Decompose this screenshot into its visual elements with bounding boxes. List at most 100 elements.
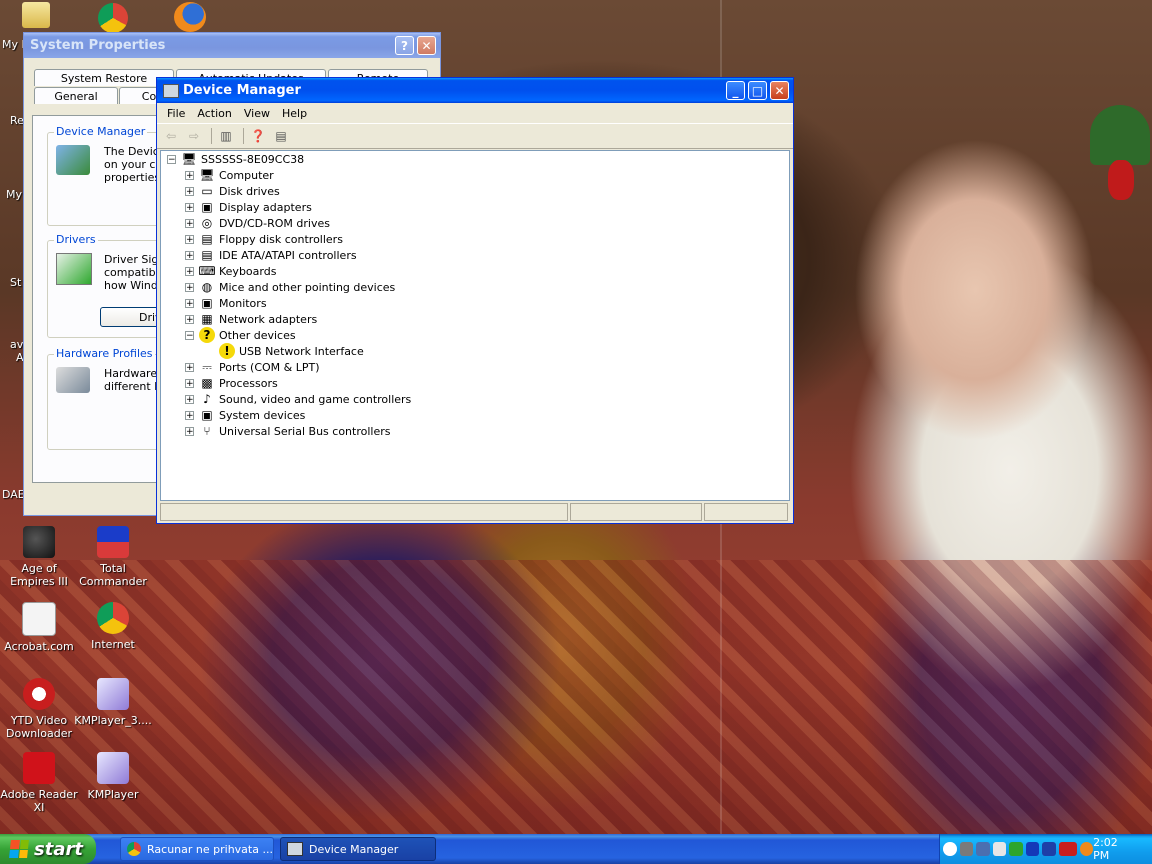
bluetooth-icon[interactable] <box>1025 842 1040 856</box>
menu-file[interactable]: File <box>161 107 191 120</box>
tree-root[interactable]: − 🖥 SSSSSS-8E09CC38 <box>167 151 304 167</box>
expand-icon[interactable]: + <box>185 314 194 324</box>
kmplayer-icon <box>97 752 129 784</box>
tree-category[interactable]: + ▣ Display adapters <box>185 199 312 215</box>
close-button[interactable]: ✕ <box>417 36 436 55</box>
toolbar-separator <box>211 128 212 144</box>
expand-icon[interactable]: + <box>185 426 194 436</box>
properties-help-icon[interactable]: ❓ <box>248 127 268 145</box>
port-icon: ⎓ <box>202 359 212 374</box>
usb-icon: ⑂ <box>203 424 211 438</box>
my-documents-icon[interactable] <box>22 2 50 28</box>
desktop-icon-acrobat-com[interactable]: Acrobat.com <box>0 602 78 653</box>
chrome-icon[interactable] <box>98 3 128 33</box>
system-tray: 2:02 PM <box>939 834 1152 864</box>
group-label: Drivers <box>54 233 98 246</box>
tree-category[interactable]: + ◍ Mice and other pointing devices <box>185 279 395 295</box>
expand-icon[interactable]: + <box>185 298 194 308</box>
update-icon[interactable] <box>1079 842 1094 856</box>
tree-category[interactable]: + ⎓ Ports (COM & LPT) <box>185 359 320 375</box>
expand-icon[interactable]: + <box>185 394 194 404</box>
system-properties-titlebar[interactable]: System Properties ? ✕ <box>24 33 440 58</box>
menu-help[interactable]: Help <box>276 107 313 120</box>
menu-bar: File Action View Help <box>157 103 793 124</box>
tree-category[interactable]: + ▣ Monitors <box>185 295 267 311</box>
desktop-icon-kmplayer[interactable]: KMPlayer <box>74 752 152 801</box>
tree-category[interactable]: + ▤ Floppy disk controllers <box>185 231 343 247</box>
tab-general[interactable]: General <box>34 87 118 104</box>
expand-icon[interactable]: + <box>185 362 194 372</box>
expand-icon[interactable]: + <box>185 170 194 180</box>
volume-icon[interactable] <box>992 842 1007 856</box>
desktop-icon-ytd[interactable]: YTD Video Downloader <box>0 678 78 740</box>
expand-icon[interactable]: + <box>185 282 194 292</box>
tree-category-label: Ports (COM & LPT) <box>219 360 320 374</box>
monitor-icon: ▣ <box>201 200 213 214</box>
minimize-button[interactable]: _ <box>726 81 745 100</box>
collapse-icon[interactable]: − <box>185 330 194 340</box>
tree-device[interactable]: ! USB Network Interface <box>219 343 364 359</box>
menu-action[interactable]: Action <box>191 107 237 120</box>
system-icon: ▣ <box>201 408 213 422</box>
tree-category[interactable]: + ⑂ Universal Serial Bus controllers <box>185 423 390 439</box>
tree-category[interactable]: −? Other devices <box>185 327 296 343</box>
device-manager-window[interactable]: Device Manager _ □ ✕ File Action View He… <box>156 77 794 524</box>
tree-category[interactable]: + ⌨ Keyboards <box>185 263 276 279</box>
show-hidden-icons-icon[interactable] <box>943 842 957 856</box>
taskbar-item-chrome[interactable]: Racunar ne prihvata ... <box>120 837 274 861</box>
close-button[interactable]: ✕ <box>770 81 789 100</box>
device-tree: − 🖥 SSSSSS-8E09CC38 + 🖥 Computer + ▭ Disk dri… <box>160 150 790 501</box>
desktop-icon-total-commander[interactable]: Total Commander <box>74 526 152 588</box>
menu-view[interactable]: View <box>238 107 276 120</box>
collapse-icon[interactable]: − <box>167 154 176 164</box>
tree-category[interactable]: + ◎ DVD/CD-ROM drives <box>185 215 330 231</box>
ati-icon[interactable] <box>1059 842 1077 856</box>
network-connection-icon[interactable] <box>976 842 990 856</box>
expand-icon[interactable]: + <box>185 378 194 388</box>
network-icon[interactable] <box>959 842 974 856</box>
desktop-icon-label: KMPlayer_3.... <box>74 714 152 727</box>
taskbar-item-device-manager[interactable]: Device Manager <box>280 837 436 861</box>
kmplayer-icon <box>97 678 129 710</box>
window-title: Device Manager <box>183 83 301 98</box>
taskbar-item-label: Racunar ne prihvata ... <box>147 842 273 856</box>
start-button[interactable]: start <box>0 834 96 864</box>
desktop-icon-label: Total Commander <box>79 562 147 588</box>
expand-icon[interactable]: + <box>185 250 194 260</box>
back-arrow-icon[interactable]: ⇦ <box>161 127 181 145</box>
desktop-icon-kmplayer-setup[interactable]: KMPlayer_3.... <box>74 678 152 727</box>
expand-icon[interactable]: + <box>185 234 194 244</box>
view-icon[interactable]: ▤ <box>271 127 291 145</box>
expand-icon[interactable]: + <box>185 218 194 228</box>
desktop-icon-label: Adobe Reader XI <box>0 788 78 814</box>
desktop-icon-internet[interactable]: Internet <box>74 602 152 651</box>
cdrom-icon: ◎ <box>201 216 213 230</box>
tree-root-label: SSSSSS-8E09CC38 <box>201 152 305 166</box>
taskbar: start Racunar ne prihvata ... Device Man… <box>0 834 1152 864</box>
tree-category[interactable]: + ♪ Sound, video and game controllers <box>185 391 411 407</box>
security-shield-icon[interactable] <box>1042 842 1057 856</box>
show-hide-tree-icon[interactable]: ▥ <box>216 127 236 145</box>
forward-arrow-icon[interactable]: ⇨ <box>184 127 204 145</box>
desktop-icon-age-of-empires[interactable]: Age of Empires III <box>0 526 78 588</box>
tree-category[interactable]: + ▭ Disk drives <box>185 183 280 199</box>
expand-icon[interactable]: + <box>185 186 194 196</box>
desktop-icon-adobe-reader[interactable]: Adobe Reader XI <box>0 752 78 814</box>
tree-category[interactable]: + ▣ System devices <box>185 407 305 423</box>
wallpaper-plant <box>1090 105 1150 165</box>
expand-icon[interactable]: + <box>185 410 194 420</box>
maximize-button[interactable]: □ <box>748 81 767 100</box>
tree-category[interactable]: + 🖥 Computer <box>185 167 274 183</box>
tree-category[interactable]: + ▩ Processors <box>185 375 278 391</box>
firefox-icon[interactable] <box>174 2 206 32</box>
expand-icon[interactable]: + <box>185 202 194 212</box>
tree-category[interactable]: + ▤ IDE ATA/ATAPI controllers <box>185 247 357 263</box>
antivirus-icon[interactable] <box>1009 842 1023 856</box>
help-button[interactable]: ? <box>395 36 414 55</box>
desktop-icon-label: YTD Video Downloader <box>6 714 72 740</box>
tree-category[interactable]: + ▦ Network adapters <box>185 311 317 327</box>
device-manager-titlebar[interactable]: Device Manager _ □ ✕ <box>157 78 793 103</box>
monitor-icon: ▣ <box>201 296 213 310</box>
expand-icon[interactable]: + <box>185 266 194 276</box>
tab-system-restore[interactable]: System Restore <box>34 69 174 86</box>
